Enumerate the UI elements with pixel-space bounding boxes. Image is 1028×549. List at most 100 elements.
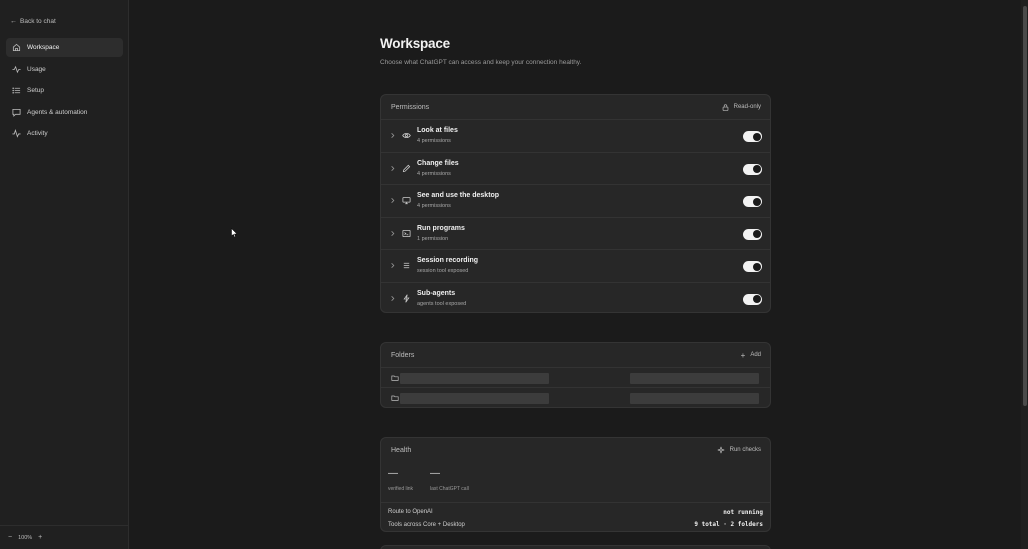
permission-text: Change files 4 permissions [417, 160, 459, 177]
permission-row-desktop: See and use the desktop 4 permissions [381, 184, 770, 217]
zoom-out-button[interactable]: − [8, 534, 12, 541]
sidebar-item-activity[interactable]: Activity [6, 124, 123, 143]
permission-title: Run programs [417, 224, 465, 232]
chevron-right-icon[interactable] [389, 262, 396, 269]
health-row-value: 9 total · 2 folders [694, 521, 763, 529]
zoom-controls: − 100% + [0, 525, 128, 549]
session-recording-toggle[interactable] [743, 261, 762, 272]
zoom-level: 100% [18, 534, 33, 541]
last-call-stat: — last ChatGPT call [430, 468, 469, 492]
back-to-chat-link[interactable]: ← Back to chat [10, 14, 56, 28]
stat-value: — [430, 468, 440, 479]
permission-title: See and use the desktop [417, 192, 500, 200]
chevron-right-icon[interactable] [389, 165, 396, 172]
permission-title: Change files [417, 159, 459, 167]
permission-row-session-recording: Session recording session tool exposed [381, 249, 770, 282]
health-card: Health Run checks — verified link — last… [380, 437, 771, 532]
eye-icon [402, 133, 411, 139]
sidebar-item-agents-automation[interactable]: Agents & automation [6, 103, 123, 122]
monitor-icon [402, 197, 411, 205]
stat-value: — [388, 468, 398, 479]
lock-icon [722, 103, 728, 111]
folder-path-placeholder [400, 373, 549, 384]
change-files-toggle[interactable] [743, 163, 762, 175]
folder-row[interactable] [381, 387, 770, 407]
folders-card: Folders + Add [380, 342, 771, 408]
sidebar-item-label: Agents & automation [27, 108, 88, 116]
pencil-icon [402, 164, 411, 172]
read-only-label: Read-only [733, 104, 761, 110]
sparkle-icon [717, 446, 724, 454]
verified-link-stat: — verified link [388, 468, 413, 492]
run-checks-label: Run checks [729, 447, 761, 453]
divider [381, 502, 770, 503]
permission-title: Look at files [417, 127, 458, 135]
health-row-label: Tools across Core + Desktop [388, 521, 465, 528]
permission-subtitle: session tool exposed [417, 268, 469, 275]
lines-icon [403, 263, 410, 269]
sub-agents-toggle[interactable] [743, 293, 762, 305]
permission-row-change-files: Change files 4 permissions [381, 151, 770, 185]
add-folder-label: Add [750, 352, 761, 358]
permission-title: Session recording [417, 257, 479, 265]
arrow-left-icon: ← [10, 17, 17, 25]
permission-subtitle: 1 permission [417, 235, 449, 242]
bolt-icon [403, 294, 410, 303]
page-subtitle: Choose what ChatGPT can access and keep … [380, 59, 582, 66]
folder-icon [391, 395, 399, 401]
home-icon [12, 43, 21, 52]
health-title: Health [391, 446, 412, 454]
chevron-right-icon[interactable] [389, 132, 396, 139]
sidebar-item-label: Setup [27, 87, 44, 94]
scrollbar-thumb[interactable] [1022, 6, 1027, 406]
run-programs-toggle[interactable] [743, 228, 762, 240]
sidebar: ← Back to chat Workspace Usage Setup Age… [0, 0, 129, 549]
sidebar-item-usage[interactable]: Usage [6, 60, 123, 79]
chevron-right-icon[interactable] [389, 230, 396, 237]
chevron-right-icon[interactable] [389, 197, 396, 204]
sidebar-nav: Workspace Usage Setup Agents & automatio… [6, 38, 123, 146]
health-row-route: Route to OpenAI not running [381, 506, 770, 519]
stat-label: verified link [388, 486, 414, 492]
add-folder-button[interactable]: + Add [741, 351, 761, 360]
activity-icon [12, 65, 21, 73]
plus-icon: + [740, 350, 746, 360]
folder-detail-placeholder [630, 393, 759, 404]
sidebar-item-label: Workspace [27, 44, 60, 51]
desktop-toggle[interactable] [743, 196, 762, 207]
mouse-cursor-icon [231, 228, 238, 238]
sidebar-item-label: Usage [27, 65, 46, 73]
permission-row-look-at-files: Look at files 4 permissions [381, 119, 770, 152]
health-stats: — verified link — last ChatGPT call [381, 462, 770, 498]
permission-text: Sub-agents agents tool exposed [417, 290, 466, 307]
back-to-chat-label: Back to chat [20, 17, 56, 25]
folder-path-placeholder [400, 393, 549, 404]
page-title: Workspace [380, 36, 450, 51]
permission-subtitle: agents tool exposed [417, 300, 467, 307]
zoom-in-button[interactable]: + [38, 534, 42, 541]
look-at-files-toggle[interactable] [743, 131, 762, 142]
permissions-header: Permissions Read-only [381, 95, 770, 119]
scrollbar[interactable] [1021, 0, 1028, 549]
folders-title: Folders [391, 351, 415, 359]
permission-subtitle: 4 permissions [417, 170, 451, 177]
folder-row[interactable] [381, 367, 770, 387]
permission-title: Sub-agents [417, 289, 456, 297]
permission-text: Look at files 4 permissions [417, 127, 458, 144]
run-checks-button[interactable]: Run checks [717, 446, 761, 454]
permission-text: Run programs 1 permission [417, 225, 465, 242]
folder-icon [391, 375, 399, 381]
next-card [380, 545, 771, 549]
folders-header: Folders + Add [381, 343, 770, 367]
stat-label: last ChatGPT call [430, 486, 469, 492]
health-header: Health Run checks [381, 438, 770, 462]
health-row-value: not running [723, 508, 763, 516]
permissions-title: Permissions [391, 103, 430, 111]
sidebar-item-workspace[interactable]: Workspace [6, 38, 123, 57]
sidebar-item-setup[interactable]: Setup [6, 81, 123, 100]
permission-subtitle: 4 permissions [417, 138, 451, 145]
read-only-badge: Read-only [722, 103, 761, 111]
chevron-right-icon[interactable] [389, 295, 396, 302]
permission-subtitle: 4 permissions [417, 203, 451, 210]
sidebar-item-label: Activity [27, 130, 48, 137]
